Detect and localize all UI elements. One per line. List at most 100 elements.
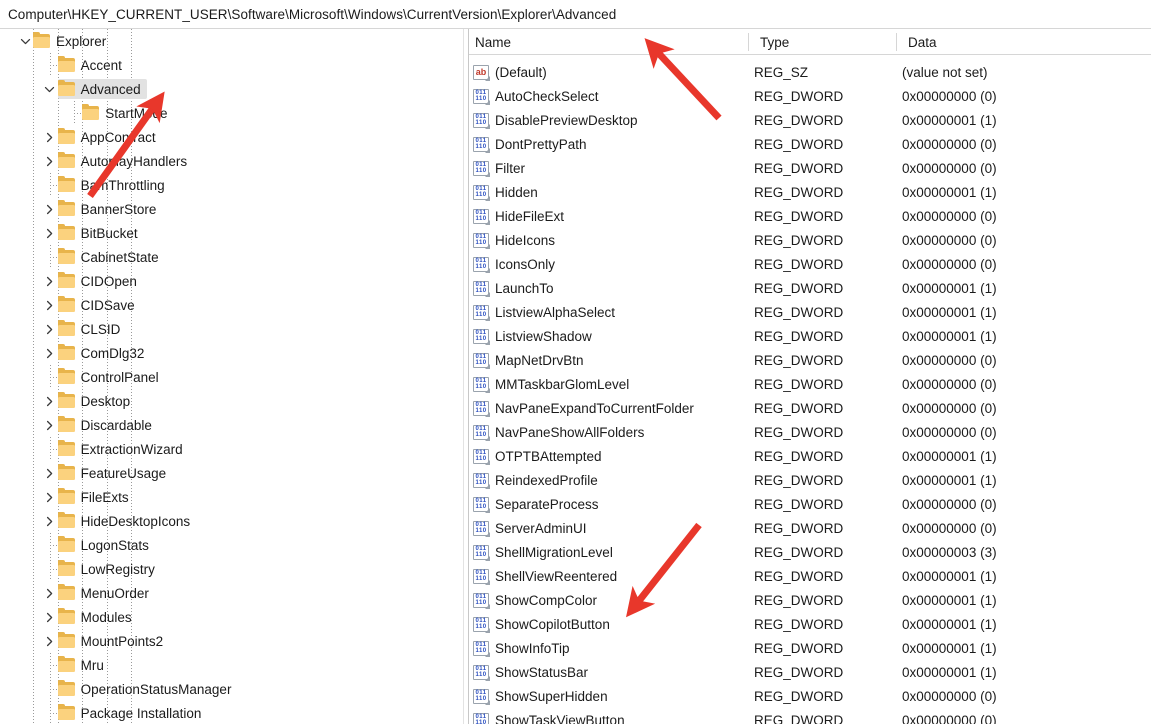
chevron-right-icon[interactable] [42, 149, 58, 173]
value-type-cell: REG_DWORD [754, 544, 844, 560]
tree-item-logonstats[interactable]: LogonStats [0, 533, 463, 557]
tree-item-lowregistry[interactable]: LowRegistry [0, 557, 463, 581]
tree-item-label: CIDOpen [57, 271, 143, 291]
value-row[interactable]: ab (Default) REG_SZ (value not set) [469, 60, 1151, 84]
tree-item-mountpoints2[interactable]: MountPoints2 [0, 629, 463, 653]
value-row[interactable]: 011 110 NavPaneShowAllFolders REG_DWORD 0x00… [469, 420, 1151, 444]
column-header-data[interactable]: Data [902, 29, 1151, 55]
value-row[interactable]: 011 110 ListviewAlphaSelect REG_DWORD 0x0000… [469, 300, 1151, 324]
column-header-type[interactable]: Type [754, 29, 902, 55]
column-header-name[interactable]: Name [469, 29, 754, 55]
value-row[interactable]: 011 110 Filter REG_DWORD 0x00000000 (0) [469, 156, 1151, 180]
value-row[interactable]: 011 110 ShowTaskViewButton REG_DWORD 0x00000… [469, 708, 1151, 724]
tree-item-menuorder[interactable]: MenuOrder [0, 581, 463, 605]
value-row[interactable]: 011 110 HideFileExt REG_DWORD 0x00000000 (0) [469, 204, 1151, 228]
chevron-right-icon[interactable] [42, 413, 58, 437]
value-row[interactable]: 011 110 ShowInfoTip REG_DWORD 0x00000001 (1) [469, 636, 1151, 660]
chevron-right-icon[interactable] [42, 389, 58, 413]
value-row[interactable]: 011 110 SeparateProcess REG_DWORD 0x00000000… [469, 492, 1151, 516]
value-row[interactable]: 011 110 DontPrettyPath REG_DWORD 0x00000000 … [469, 132, 1151, 156]
value-row[interactable]: 011 110 MMTaskbarGlomLevel REG_DWORD 0x00000… [469, 372, 1151, 396]
tree-item-autoplayhandlers[interactable]: AutoplayHandlers [0, 149, 463, 173]
value-row[interactable]: 011 110 OTPTBAttempted REG_DWORD 0x00000001 … [469, 444, 1151, 468]
value-row[interactable]: 011 110 NavPaneExpandToCurrentFolder REG_DW… [469, 396, 1151, 420]
value-row[interactable]: 011 110 ShowStatusBar REG_DWORD 0x00000001 (… [469, 660, 1151, 684]
tree-item-startmode[interactable]: StartMode [0, 101, 463, 125]
value-name-cell: 011 110 NavPaneShowAllFolders [473, 420, 644, 444]
tree-item-appcontract[interactable]: AppContract [0, 125, 463, 149]
tree-item-text: CIDSave [80, 297, 135, 313]
value-data-cell: 0x00000000 (0) [902, 232, 997, 248]
value-data-cell: 0x00000000 (0) [902, 496, 997, 512]
tree-item-package-installation[interactable]: Package Installation [0, 701, 463, 724]
value-row[interactable]: 011 110 ShowCompColor REG_DWORD 0x00000001 (… [469, 588, 1151, 612]
tree-item-operationstatusmanager[interactable]: OperationStatusManager [0, 677, 463, 701]
value-row[interactable]: 011 110 ShowCopilotButton REG_DWORD 0x000000… [469, 612, 1151, 636]
value-row[interactable]: 011 110 AutoCheckSelect REG_DWORD 0x00000000… [469, 84, 1151, 108]
tree-item-text: StartMode [105, 105, 168, 121]
tree-item-discardable[interactable]: Discardable [0, 413, 463, 437]
tree-item-text: OperationStatusManager [80, 681, 232, 697]
value-name-text: MapNetDrvBtn [495, 352, 584, 368]
value-row[interactable]: 011 110 ReindexedProfile REG_DWORD 0x0000000… [469, 468, 1151, 492]
tree-item-controlpanel[interactable]: ControlPanel [0, 365, 463, 389]
chevron-right-icon[interactable] [42, 197, 58, 221]
folder-icon [57, 656, 75, 672]
chevron-right-icon[interactable] [42, 221, 58, 245]
chevron-right-icon[interactable] [42, 341, 58, 365]
value-row[interactable]: 011 110 ServerAdminUI REG_DWORD 0x00000000 (… [469, 516, 1151, 540]
tree-item-fileexts[interactable]: FileExts [0, 485, 463, 509]
value-row[interactable]: 011 110 MapNetDrvBtn REG_DWORD 0x00000000 (0… [469, 348, 1151, 372]
tree-item-bannerstore[interactable]: BannerStore [0, 197, 463, 221]
registry-values-pane[interactable]: Name Type Data ab (Default) REG_SZ (value n… [469, 29, 1151, 724]
tree-item-desktop[interactable]: Desktop [0, 389, 463, 413]
chevron-right-icon[interactable] [42, 581, 58, 605]
tree-item-clsid[interactable]: CLSID [0, 317, 463, 341]
chevron-right-icon[interactable] [42, 461, 58, 485]
column-separator[interactable] [896, 33, 897, 51]
address-bar[interactable]: Computer\HKEY_CURRENT_USER\Software\Micr… [0, 0, 1151, 29]
tree-item-advanced[interactable]: Advanced [0, 77, 463, 101]
value-row[interactable]: 011 110 DisablePreviewDesktop REG_DWORD 0x00… [469, 108, 1151, 132]
tree-item-mru[interactable]: Mru [0, 653, 463, 677]
tree-item-cabinetstate[interactable]: CabinetState [0, 245, 463, 269]
value-type-cell: REG_DWORD [754, 472, 844, 488]
tree-item-accent[interactable]: Accent [0, 53, 463, 77]
value-row[interactable]: 011 110 ListviewShadow REG_DWORD 0x00000001 … [469, 324, 1151, 348]
chevron-right-icon[interactable] [42, 509, 58, 533]
value-row[interactable]: 011 110 LaunchTo REG_DWORD 0x00000001 (1) [469, 276, 1151, 300]
tree-vertical-scrollbar[interactable] [447, 29, 906, 724]
tree-item-bitbucket[interactable]: BitBucket [0, 221, 463, 245]
tree-item-text: Mru [80, 657, 104, 673]
column-separator[interactable] [748, 33, 749, 51]
value-name-cell: 011 110 ListviewShadow [473, 324, 592, 348]
value-row[interactable]: 011 110 IconsOnly REG_DWORD 0x00000000 (0) [469, 252, 1151, 276]
value-row[interactable]: 011 110 ShowSuperHidden REG_DWORD 0x00000000… [469, 684, 1151, 708]
folder-icon [57, 512, 75, 528]
tree-item-modules[interactable]: Modules [0, 605, 463, 629]
chevron-right-icon[interactable] [42, 269, 58, 293]
value-row[interactable]: 011 110 ShellMigrationLevel REG_DWORD 0x0000… [469, 540, 1151, 564]
chevron-down-icon[interactable] [42, 77, 58, 101]
registry-tree-pane[interactable]: Explorer Accent Advanced StartMode AppContra… [0, 29, 463, 724]
chevron-right-icon[interactable] [42, 293, 58, 317]
tree-item-label: AppContract [57, 127, 162, 147]
folder-icon [57, 152, 75, 168]
tree-item-extractionwizard[interactable]: ExtractionWizard [0, 437, 463, 461]
tree-item-featureusage[interactable]: FeatureUsage [0, 461, 463, 485]
tree-item-explorer[interactable]: Explorer [0, 29, 463, 53]
chevron-down-icon[interactable] [17, 29, 33, 53]
chevron-right-icon[interactable] [42, 605, 58, 629]
tree-item-hidedesktopicons[interactable]: HideDesktopIcons [0, 509, 463, 533]
tree-item-bamthrottling[interactable]: BamThrottling [0, 173, 463, 197]
value-row[interactable]: 011 110 Hidden REG_DWORD 0x00000001 (1) [469, 180, 1151, 204]
tree-item-comdlg32[interactable]: ComDlg32 [0, 341, 463, 365]
value-row[interactable]: 011 110 ShellViewReentered REG_DWORD 0x00000… [469, 564, 1151, 588]
value-row[interactable]: 011 110 HideIcons REG_DWORD 0x00000000 (0) [469, 228, 1151, 252]
tree-item-cidopen[interactable]: CIDOpen [0, 269, 463, 293]
chevron-right-icon[interactable] [42, 629, 58, 653]
chevron-right-icon[interactable] [42, 125, 58, 149]
chevron-right-icon[interactable] [42, 317, 58, 341]
tree-item-cidsave[interactable]: CIDSave [0, 293, 463, 317]
chevron-right-icon[interactable] [42, 485, 58, 509]
